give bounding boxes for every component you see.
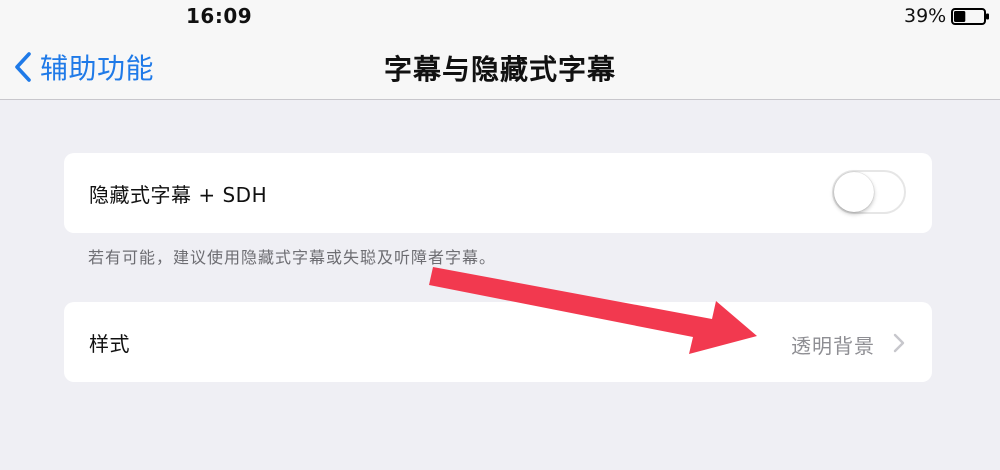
- style-row[interactable]: 样式 透明背景: [64, 302, 932, 382]
- style-value: 透明背景: [791, 334, 875, 358]
- closed-captions-label: 隐藏式字幕 + SDH: [89, 183, 268, 207]
- closed-captions-group: 隐藏式字幕 + SDH: [64, 153, 932, 233]
- page-title: 字幕与隐藏式字幕: [383, 53, 616, 86]
- status-time: 16:09: [186, 4, 253, 28]
- settings-screen: 16:09 39% 辅助功能 字幕与隐藏式字幕 隐藏式字幕 + SDH 若有可能…: [0, 0, 1000, 470]
- toggle-knob: [834, 172, 874, 212]
- navigation-bar: 16:09 39% 辅助功能 字幕与隐藏式字幕: [0, 0, 1000, 100]
- closed-captions-toggle[interactable]: [832, 170, 906, 214]
- closed-captions-footer: 若有可能，建议使用隐藏式字幕或失聪及听障者字幕。: [88, 248, 497, 267]
- battery-percent: 39%: [904, 5, 947, 27]
- battery-icon: [951, 8, 989, 25]
- style-label: 样式: [89, 332, 130, 356]
- chevron-right-icon: [893, 333, 905, 353]
